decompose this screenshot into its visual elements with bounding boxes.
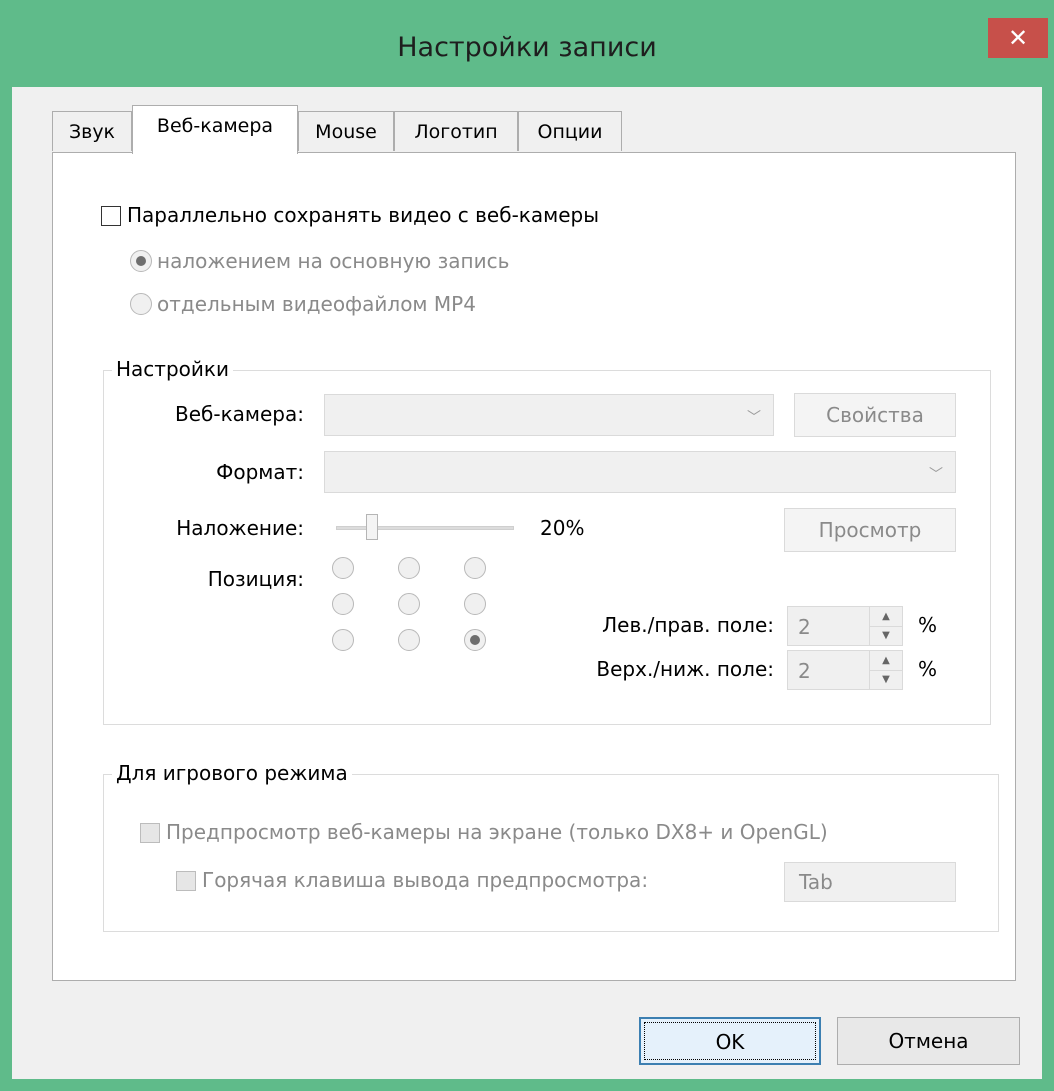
lr-margin-label: Лев./прав. поле:	[602, 613, 774, 637]
format-label: Формат:	[216, 460, 304, 484]
preview-button[interactable]: Просмотр	[784, 508, 956, 552]
hotkey-label: Горячая клавиша вывода предпросмотра:	[202, 868, 649, 892]
tab-webcam[interactable]: Веб-камера	[132, 105, 298, 154]
close-button[interactable]: ✕	[988, 18, 1048, 58]
save-parallel-label: Параллельно сохранять видео с веб-камеры	[127, 203, 600, 227]
position-label: Позиция:	[207, 567, 304, 591]
tab-options[interactable]: Опции	[518, 111, 622, 151]
settings-group-title: Настройки	[112, 357, 233, 381]
settings-group: Настройки Веб-камера: ﹀ Свойства Формат:…	[103, 357, 991, 725]
game-mode-group: Для игрового режима Предпросмотр веб-кам…	[103, 761, 999, 932]
mode-file-label: отдельным видеофайлом MP4	[157, 292, 476, 316]
hotkey-field[interactable]: Tab	[784, 862, 956, 902]
lr-margin-spinner[interactable]: 2 ▲ ▼	[787, 606, 903, 646]
title-bar[interactable]: Настройки записи ✕	[0, 0, 1054, 87]
dialog-window: Настройки записи ✕ Звук Веб-камера Mouse…	[0, 0, 1054, 1091]
save-parallel-checkbox[interactable]	[101, 206, 121, 226]
position-radio-6[interactable]	[464, 593, 486, 615]
mode-overlay-radio[interactable]	[130, 250, 152, 272]
position-radio-2[interactable]	[398, 557, 420, 579]
position-radio-5[interactable]	[398, 593, 420, 615]
overlay-label: Наложение:	[176, 516, 304, 540]
focus-ring	[644, 1022, 816, 1060]
tab-sound[interactable]: Звук	[52, 111, 132, 151]
arrow-down-icon[interactable]: ▼	[870, 670, 902, 689]
position-radio-3[interactable]	[464, 557, 486, 579]
camera-label: Веб-камера:	[175, 402, 304, 426]
close-icon: ✕	[1007, 24, 1029, 52]
game-mode-group-title: Для игрового режима	[112, 761, 352, 785]
lr-margin-value: 2	[798, 615, 811, 639]
cancel-button[interactable]: Отмена	[837, 1017, 1020, 1065]
position-radio-8[interactable]	[398, 629, 420, 651]
preview-on-screen-label: Предпросмотр веб-камеры на экране (тольк…	[166, 820, 828, 844]
arrow-up-icon[interactable]: ▲	[870, 651, 902, 671]
tb-margin-value: 2	[798, 659, 811, 683]
camera-select[interactable]: ﹀	[324, 394, 774, 436]
overlay-slider-thumb[interactable]	[366, 514, 378, 540]
mode-overlay-label: наложением на основную запись	[157, 249, 510, 273]
chevron-down-icon: ﹀	[929, 467, 943, 483]
overlay-value: 20%	[540, 516, 585, 540]
lr-margin-unit: %	[918, 613, 938, 637]
properties-button[interactable]: Свойства	[794, 393, 956, 437]
chevron-down-icon: ﹀	[747, 410, 761, 426]
tab-logo[interactable]: Логотип	[394, 111, 518, 151]
tab-mouse[interactable]: Mouse	[298, 111, 394, 151]
tb-margin-unit: %	[918, 657, 938, 681]
overlay-slider[interactable]	[336, 526, 514, 530]
mode-file-radio[interactable]	[130, 293, 152, 315]
hotkey-checkbox[interactable]	[176, 871, 196, 891]
preview-on-screen-checkbox[interactable]	[140, 823, 160, 843]
position-radio-1[interactable]	[332, 557, 354, 579]
arrow-up-icon[interactable]: ▲	[870, 607, 902, 627]
arrow-down-icon[interactable]: ▼	[870, 626, 902, 645]
position-radio-9[interactable]	[464, 629, 486, 651]
position-radio-7[interactable]	[332, 629, 354, 651]
format-select[interactable]: ﹀	[324, 451, 956, 493]
ok-button[interactable]: OK	[639, 1017, 821, 1065]
position-radio-4[interactable]	[332, 593, 354, 615]
tb-margin-label: Верх./ниж. поле:	[596, 657, 774, 681]
window-title: Настройки записи	[397, 32, 657, 63]
tb-margin-spinner[interactable]: 2 ▲ ▼	[787, 650, 903, 690]
dialog-client-area: Звук Веб-камера Mouse Логотип Опции Пара…	[12, 87, 1042, 1079]
webcam-tab-page: Параллельно сохранять видео с веб-камеры…	[52, 152, 1016, 981]
